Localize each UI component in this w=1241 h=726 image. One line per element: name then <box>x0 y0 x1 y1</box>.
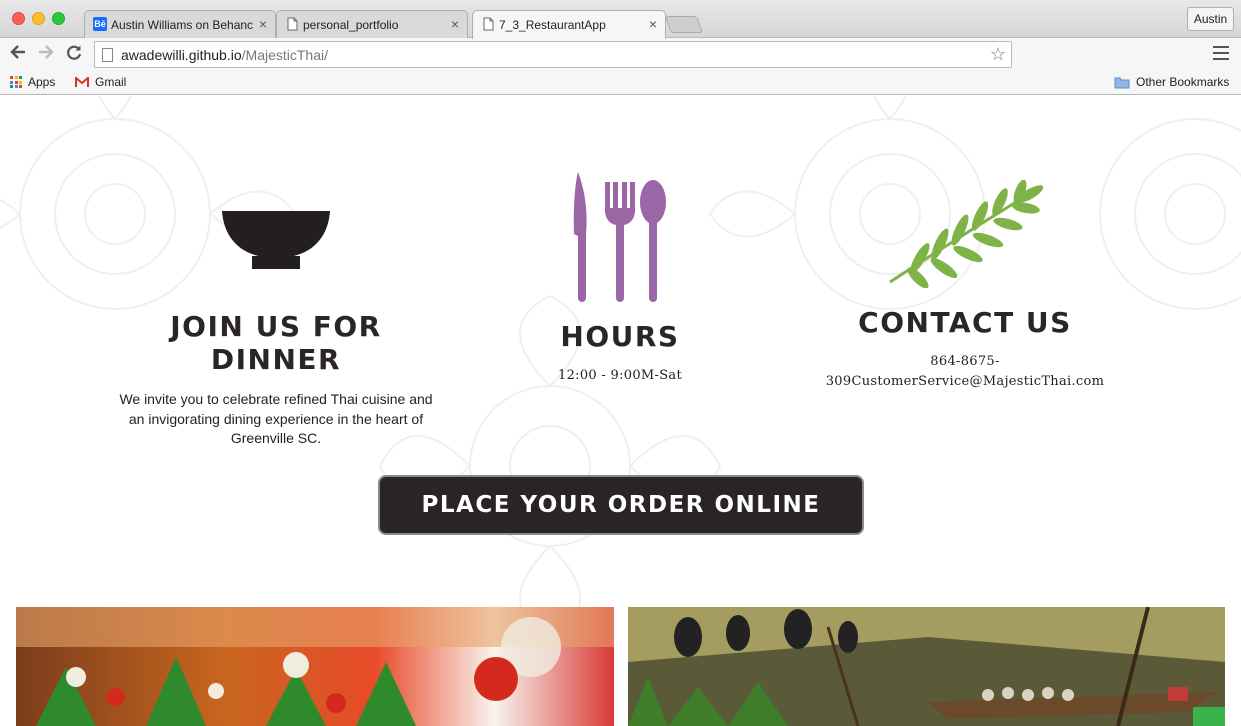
tab-close-icon[interactable]: × <box>259 16 267 32</box>
contact-title: CONTACT US <box>858 306 1072 339</box>
zoom-window-button[interactable] <box>52 12 65 25</box>
tab-restaurant-app[interactable]: 7_3_RestaurantApp × <box>472 10 666 39</box>
utensils-icon <box>573 172 666 302</box>
page-icon <box>287 17 298 31</box>
market-photo <box>16 607 614 726</box>
page-icon <box>483 17 494 31</box>
arrow-right-icon <box>39 45 54 59</box>
tab-close-icon[interactable]: × <box>649 16 657 32</box>
bookmark-apps[interactable]: Apps <box>10 75 55 89</box>
other-bookmarks-label: Other Bookmarks <box>1136 75 1230 89</box>
other-bookmarks[interactable]: Other Bookmarks <box>1114 75 1229 89</box>
bookmark-star-icon[interactable]: ☆ <box>990 44 1006 65</box>
menu-icon[interactable] <box>1213 46 1229 60</box>
url-text: awadewilli.github.io/MajesticThai/ <box>121 47 328 63</box>
gmail-icon <box>75 76 89 87</box>
dinner-section: JOIN US FOR DINNER We invite you to cele… <box>110 210 442 449</box>
address-bar[interactable]: awadewilli.github.io/MajesticThai/ ☆ <box>94 41 1012 68</box>
dinner-text: We invite you to celebrate refined Thai … <box>119 391 433 446</box>
browser-toolbar: awadewilli.github.io/MajesticThai/ ☆ <box>0 38 1241 70</box>
floating-market-photo <box>628 607 1225 726</box>
hours-title: HOURS <box>560 320 680 353</box>
minimize-window-button[interactable] <box>32 12 45 25</box>
browser-titlebar: Bē Austin Williams on Behance × personal… <box>0 0 1241 39</box>
contact-section: CONTACT US 864-8675- 309CustomerService@… <box>800 180 1130 391</box>
bookmarks-bar: Apps Gmail Other Bookmarks <box>0 70 1241 95</box>
tab-behance[interactable]: Bē Austin Williams on Behance × <box>84 10 276 38</box>
tab-title: 7_3_RestaurantApp <box>499 18 606 32</box>
close-window-button[interactable] <box>12 12 25 25</box>
tab-title: Austin Williams on Behance <box>111 18 253 32</box>
bookmark-label: Apps <box>28 75 56 89</box>
reload-icon <box>67 45 82 60</box>
contact-text: 864-8675- 309CustomerService@MajesticTha… <box>825 354 1105 389</box>
leaf-icon <box>889 180 1044 288</box>
new-tab-button[interactable] <box>664 16 704 33</box>
arrow-left-icon <box>10 45 25 59</box>
web-page: JOIN US FOR DINNER We invite you to cele… <box>0 96 1241 726</box>
page-icon <box>102 48 113 62</box>
hours-text: 12:00 - 9:00M-Sat <box>558 368 682 383</box>
dinner-title: JOIN US FOR DINNER <box>170 310 382 376</box>
bookmark-label: Gmail <box>95 75 127 89</box>
folder-icon <box>1114 77 1130 88</box>
behance-icon: Bē <box>93 17 107 31</box>
tab-title: personal_portfolio <box>303 18 399 32</box>
profile-button[interactable]: Austin <box>1187 7 1234 31</box>
back-button[interactable] <box>8 43 28 63</box>
place-order-button[interactable]: PLACE YOUR ORDER ONLINE <box>378 475 864 535</box>
apps-grid-icon <box>10 76 22 88</box>
forward-button[interactable] <box>36 43 56 63</box>
bookmark-gmail[interactable]: Gmail <box>75 75 126 89</box>
bowl-icon <box>222 211 330 269</box>
hours-section: HOURS 12:00 - 9:00M-Sat <box>500 172 740 386</box>
reload-button[interactable] <box>64 43 84 63</box>
tab-close-icon[interactable]: × <box>451 16 459 32</box>
tab-personal-portfolio[interactable]: personal_portfolio × <box>276 10 468 38</box>
